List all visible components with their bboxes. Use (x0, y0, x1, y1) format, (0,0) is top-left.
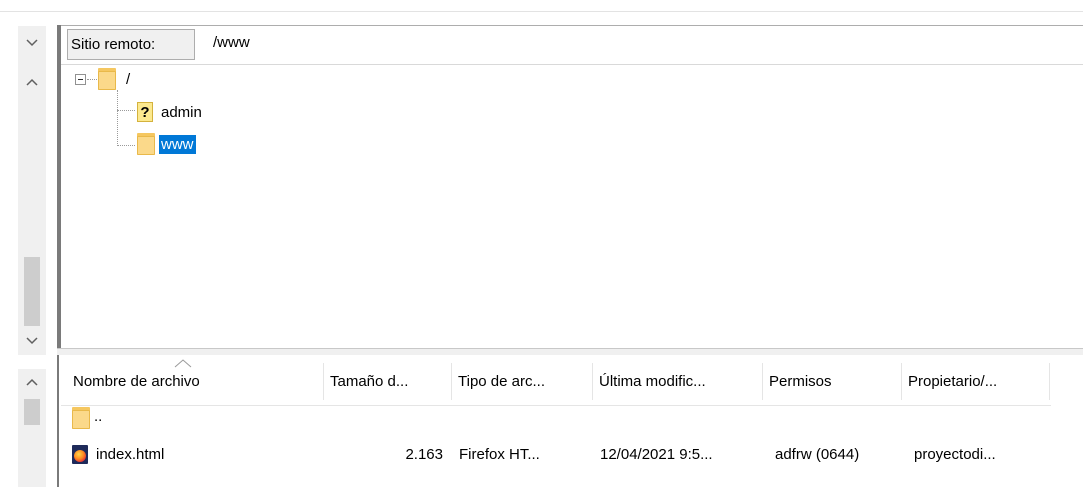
column-header-type[interactable]: Tipo de arc... (452, 357, 592, 406)
column-header-name[interactable]: Nombre de archivo (67, 357, 317, 406)
list-scroll-thumb[interactable] (24, 399, 40, 425)
tree-item-label: / (126, 70, 131, 88)
file-name: .. (94, 407, 103, 425)
tree-scroll-up-button[interactable] (18, 72, 46, 92)
folder-icon (98, 68, 116, 90)
pane-border-left-lower (57, 355, 59, 487)
tree-scrollbar[interactable] (18, 26, 46, 355)
tree-scroll-thumb[interactable] (24, 257, 40, 326)
file-type: Firefox HT... (459, 445, 540, 463)
tree-connector (117, 145, 135, 146)
top-separator (0, 11, 1083, 12)
tree-item-label: www (159, 134, 196, 154)
file-name: index.html (96, 445, 165, 463)
file-size: 2.163 (405, 445, 443, 463)
tree-item-label: admin (161, 103, 202, 121)
remote-directory-tree: / ? admin www (61, 66, 1083, 346)
table-row[interactable]: .. (61, 405, 1051, 431)
pane-splitter[interactable] (57, 348, 1083, 355)
unknown-folder-icon: ? (137, 102, 153, 122)
collapse-toggle-icon[interactable] (75, 74, 86, 85)
chevron-down-icon (26, 337, 38, 345)
column-header-permissions[interactable]: Permisos (763, 357, 901, 406)
remote-site-path-input[interactable]: /www (213, 34, 250, 51)
remote-site-bar: Sitio remoto: /www (61, 25, 1083, 65)
tree-dropdown-button[interactable] (18, 33, 46, 53)
column-header-owner[interactable]: Propietario/... (902, 357, 1049, 406)
chevron-up-icon (26, 378, 38, 386)
tree-scroll-down-button[interactable] (18, 331, 46, 351)
file-name-cell: .. (72, 405, 312, 431)
firefox-html-icon (72, 444, 88, 464)
file-modified: 12/04/2021 9:5... (600, 445, 713, 463)
pane-splitter-line (57, 348, 1083, 349)
remote-file-list: Nombre de archivo Tamaño d... Tipo de ar… (61, 357, 1083, 487)
file-permissions: adfrw (0644) (775, 445, 860, 463)
remote-site-label: Sitio remoto: (67, 29, 195, 60)
folder-icon (137, 133, 155, 155)
tree-connector (117, 90, 118, 146)
chevron-up-icon (26, 78, 38, 86)
folder-icon (72, 407, 90, 429)
column-separator[interactable] (1049, 363, 1050, 400)
tree-connector (87, 79, 97, 80)
tree-item-root[interactable]: / (98, 67, 130, 91)
tree-item-admin[interactable]: ? admin (137, 100, 202, 124)
column-header-modified[interactable]: Última modific... (593, 357, 762, 406)
file-list-header: Nombre de archivo Tamaño d... Tipo de ar… (61, 357, 1051, 406)
list-scroll-up-button[interactable] (18, 372, 46, 392)
tree-connector (117, 110, 135, 111)
column-header-size[interactable]: Tamaño d... (324, 357, 451, 406)
table-row[interactable]: index.html 2.163 Firefox HT... 12/04/202… (61, 441, 1051, 467)
file-owner: proyectodi... (914, 445, 996, 463)
file-name-cell: index.html (72, 441, 312, 467)
list-scrollbar[interactable] (18, 369, 46, 487)
tree-item-www[interactable]: www (137, 132, 196, 156)
chevron-down-icon (26, 39, 38, 47)
